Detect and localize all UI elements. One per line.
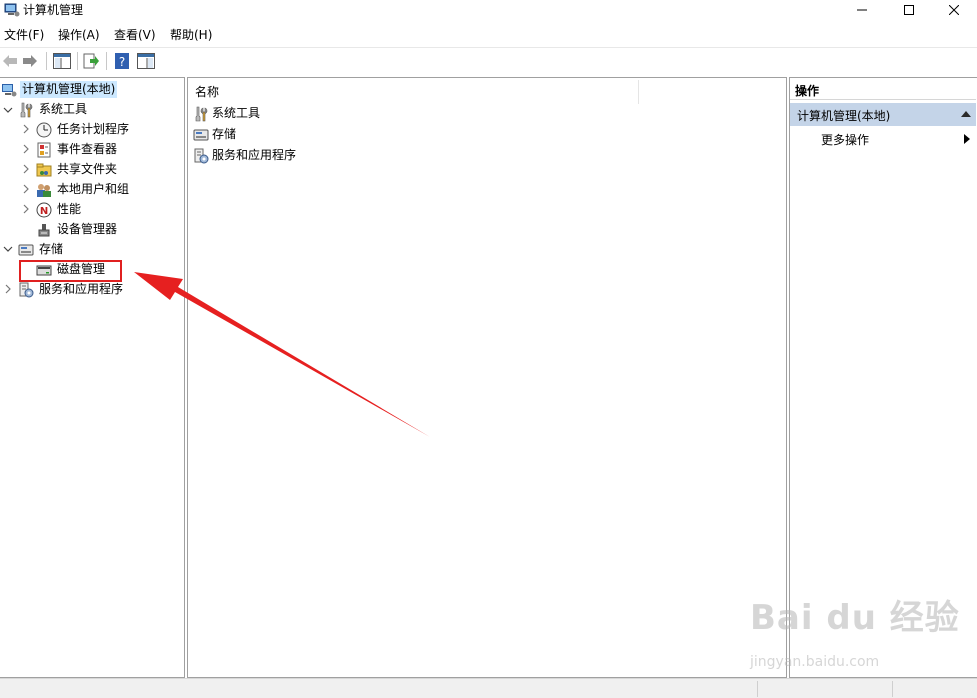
watermark: Bai du 经验 jingyan.baidu.com xyxy=(750,590,960,670)
status-divider xyxy=(757,681,758,697)
annotation-highlight-box xyxy=(19,260,122,282)
list-item-storage[interactable]: 存储 xyxy=(193,125,238,144)
column-header-name[interactable]: 名称 xyxy=(195,83,219,100)
export-list-button[interactable] xyxy=(81,51,101,71)
tree-item-label: 系统工具 xyxy=(39,102,88,116)
tree-item-label: 共享文件夹 xyxy=(57,162,118,176)
close-icon xyxy=(949,5,959,15)
menu-action[interactable]: 操作(A) xyxy=(58,27,100,43)
list-item-label: 系统工具 xyxy=(212,106,261,120)
tree-item-local-users[interactable]: 本地用户和组 xyxy=(36,180,131,199)
tree-item-label: 设备管理器 xyxy=(57,222,118,236)
actions-section-label: 计算机管理(本地) xyxy=(797,109,891,123)
maximize-icon xyxy=(904,5,914,15)
list-item-system-tools[interactable]: 系统工具 xyxy=(193,104,262,123)
chevron-right-icon[interactable] xyxy=(21,144,31,154)
properties-pane-button[interactable] xyxy=(136,51,156,71)
chevron-right-icon[interactable] xyxy=(21,124,31,134)
tree-item-services-apps[interactable]: 服务和应用程序 xyxy=(18,280,125,299)
console-tree: 计算机管理(本地) 系统工具 任务计划程序 事件查看器 共享文件夹 本地用户和组 xyxy=(0,77,185,678)
list-item-label: 存储 xyxy=(212,127,237,141)
list-header: 名称 xyxy=(188,78,786,104)
close-button[interactable] xyxy=(931,0,977,20)
back-arrow-icon xyxy=(3,55,17,67)
list-item-services-apps[interactable]: 服务和应用程序 xyxy=(193,146,298,165)
more-actions-item[interactable]: 更多操作 xyxy=(821,131,869,148)
tree-item-label: 存储 xyxy=(39,242,64,256)
device-manager-icon xyxy=(36,222,52,238)
tree-item-label: 服务和应用程序 xyxy=(39,282,124,296)
watermark-logo: Bai du 经验 xyxy=(750,598,960,638)
actions-pane: 操作 计算机管理(本地) 更多操作 xyxy=(789,77,977,678)
tree-item-label: 本地用户和组 xyxy=(57,182,130,196)
tree-item-task-scheduler[interactable]: 任务计划程序 xyxy=(36,120,131,139)
toolbar-separator xyxy=(77,52,78,70)
column-divider[interactable] xyxy=(638,80,639,104)
maximize-button[interactable] xyxy=(886,0,932,20)
services-icon xyxy=(193,148,209,164)
tools-icon xyxy=(18,102,34,118)
storage-icon xyxy=(193,127,209,143)
users-icon xyxy=(36,182,52,198)
show-hide-tree-icon xyxy=(53,53,71,69)
chevron-right-icon[interactable] xyxy=(21,164,31,174)
status-bar xyxy=(0,678,977,698)
help-button[interactable]: ? xyxy=(112,51,132,71)
chevron-down-icon[interactable] xyxy=(3,244,13,254)
chevron-right-icon[interactable] xyxy=(21,184,31,194)
chevron-right-icon[interactable] xyxy=(3,284,13,294)
computer-management-icon xyxy=(1,82,17,98)
event-log-icon xyxy=(36,142,52,158)
storage-icon xyxy=(18,242,34,258)
tree-item-label: 事件查看器 xyxy=(57,142,118,156)
back-button[interactable] xyxy=(0,51,20,71)
tree-item-label: 任务计划程序 xyxy=(57,122,130,136)
forward-button[interactable] xyxy=(20,51,40,71)
minimize-button[interactable] xyxy=(839,0,885,20)
tree-item-root[interactable]: 计算机管理(本地) xyxy=(1,80,118,99)
tree-item-label: 计算机管理(本地) xyxy=(20,81,118,98)
tree-item-performance[interactable]: N 性能 xyxy=(36,200,83,219)
minimize-icon xyxy=(857,9,867,11)
performance-icon: N xyxy=(36,202,52,218)
menu-help[interactable]: 帮助(H) xyxy=(170,27,212,43)
tree-item-device-manager[interactable]: 设备管理器 xyxy=(36,220,119,239)
forward-arrow-icon xyxy=(23,55,37,67)
tree-item-shared-folders[interactable]: 共享文件夹 xyxy=(36,160,119,179)
tree-item-event-viewer[interactable]: 事件查看器 xyxy=(36,140,119,159)
submenu-arrow-icon[interactable] xyxy=(964,134,970,144)
svg-text:?: ? xyxy=(119,55,125,69)
title-bar: 计算机管理 xyxy=(0,0,977,22)
actions-title: 操作 xyxy=(790,78,976,100)
toolbar-separator xyxy=(106,52,107,70)
list-item-label: 服务和应用程序 xyxy=(212,148,297,162)
tree-item-storage[interactable]: 存储 xyxy=(18,240,65,259)
chevron-right-icon[interactable] xyxy=(21,204,31,214)
svg-text:N: N xyxy=(40,206,48,217)
watermark-url: jingyan.baidu.com xyxy=(750,654,880,670)
toolbar: ? xyxy=(0,47,977,73)
tree-item-label: 性能 xyxy=(57,202,82,216)
export-list-icon xyxy=(83,53,99,69)
computer-management-icon xyxy=(4,2,20,18)
actions-section-header[interactable]: 计算机管理(本地) xyxy=(790,103,976,126)
help-icon: ? xyxy=(115,53,129,69)
menu-view[interactable]: 查看(V) xyxy=(114,27,156,43)
collapse-up-icon[interactable] xyxy=(961,111,971,117)
clock-icon xyxy=(36,122,52,138)
status-divider xyxy=(892,681,893,697)
results-pane: 名称 系统工具 存储 服务和应用程序 xyxy=(187,77,787,678)
tree-item-system-tools[interactable]: 系统工具 xyxy=(18,100,89,119)
services-icon xyxy=(18,282,34,298)
shared-folder-icon xyxy=(36,162,52,178)
menu-bar: 文件(F) 操作(A) 查看(V) 帮助(H) xyxy=(0,25,977,45)
properties-pane-icon xyxy=(137,53,155,69)
tools-icon xyxy=(193,106,209,122)
toolbar-separator xyxy=(46,52,47,70)
window-title: 计算机管理 xyxy=(23,3,84,17)
show-hide-tree-button[interactable] xyxy=(52,51,72,71)
menu-file[interactable]: 文件(F) xyxy=(4,27,44,43)
chevron-down-icon[interactable] xyxy=(3,105,13,115)
